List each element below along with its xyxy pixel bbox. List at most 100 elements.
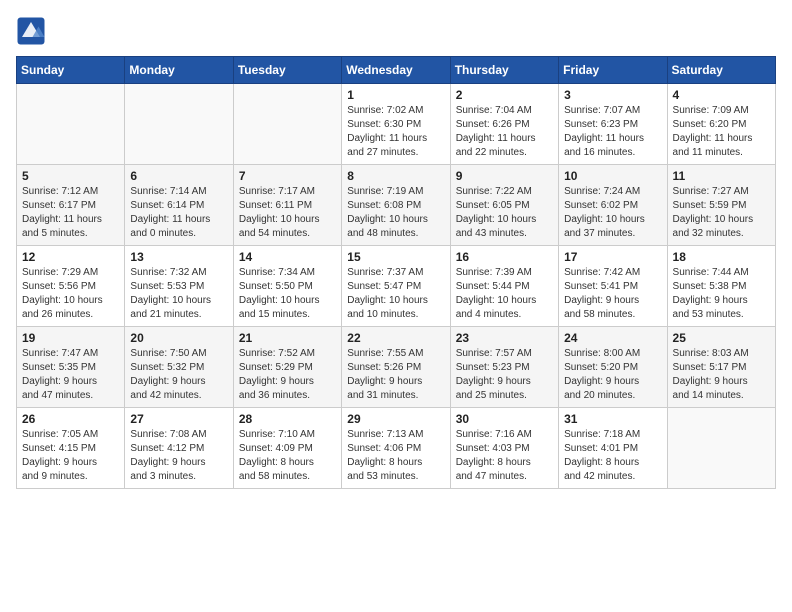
day-number: 21 — [239, 331, 336, 345]
calendar-cell: 2 Sunrise: 7:04 AM Sunset: 6:26 PM Daylig… — [450, 84, 558, 165]
calendar-cell: 28Sunrise: 7:10 AM Sunset: 4:09 PM Dayli… — [233, 408, 341, 489]
calendar-cell: 13Sunrise: 7:32 AM Sunset: 5:53 PM Dayli… — [125, 246, 233, 327]
calendar-cell: 20 Sunrise: 7:50 AM Sunset: 5:32 PM Dayli… — [125, 327, 233, 408]
day-number: 23 — [456, 331, 553, 345]
day-number: 8 — [347, 169, 444, 183]
day-number: 22 — [347, 331, 444, 345]
calendar-cell: 9 Sunrise: 7:22 AM Sunset: 6:05 PM Daylig… — [450, 165, 558, 246]
day-number: 1 — [347, 88, 444, 102]
calendar-cell: 23 Sunrise: 7:57 AM Sunset: 5:23 PM Dayli… — [450, 327, 558, 408]
day-number: 10 — [564, 169, 661, 183]
day-info: Sunrise: 7:04 AM Sunset: 6:26 PM Dayligh… — [456, 104, 553, 160]
calendar-cell: 10Sunrise: 7:24 AM Sunset: 6:02 PM Dayli… — [559, 165, 667, 246]
calendar-table: SundayMondayTuesdayWednesdayThursdayFrid… — [16, 56, 776, 489]
day-info: Sunrise: 7:27 AM Sunset: 5:59 PM Dayligh… — [673, 185, 770, 241]
calendar-cell: 3 Sunrise: 7:07 AM Sunset: 6:23 PM Daylig… — [559, 84, 667, 165]
day-number: 30 — [456, 412, 553, 426]
calendar-cell: 21 Sunrise: 7:52 AM Sunset: 5:29 PM Dayli… — [233, 327, 341, 408]
calendar-cell: 31 Sunrise: 7:18 AM Sunset: 4:01 PM Dayli… — [559, 408, 667, 489]
day-info: Sunrise: 7:39 AM Sunset: 5:44 PM Dayligh… — [456, 266, 553, 322]
calendar-week-row: 26 Sunrise: 7:05 AM Sunset: 4:15 PM Dayli… — [17, 408, 776, 489]
calendar-cell: 19 Sunrise: 7:47 AM Sunset: 5:35 PM Dayli… — [17, 327, 125, 408]
calendar-cell — [667, 408, 775, 489]
calendar-cell: 15 Sunrise: 7:37 AM Sunset: 5:47 PM Dayli… — [342, 246, 450, 327]
day-number: 26 — [22, 412, 119, 426]
calendar-week-row: 5Sunrise: 7:12 AM Sunset: 6:17 PM Daylig… — [17, 165, 776, 246]
day-info: Sunrise: 7:14 AM Sunset: 6:14 PM Dayligh… — [130, 185, 227, 241]
day-info: Sunrise: 7:17 AM Sunset: 6:11 PM Dayligh… — [239, 185, 336, 241]
day-info: Sunrise: 7:42 AM Sunset: 5:41 PM Dayligh… — [564, 266, 661, 322]
weekday-header: Monday — [125, 57, 233, 84]
day-number: 31 — [564, 412, 661, 426]
day-info: Sunrise: 7:47 AM Sunset: 5:35 PM Dayligh… — [22, 347, 119, 403]
day-info: Sunrise: 7:10 AM Sunset: 4:09 PM Dayligh… — [239, 428, 336, 484]
calendar-cell — [17, 84, 125, 165]
calendar-cell: 14 Sunrise: 7:34 AM Sunset: 5:50 PM Dayli… — [233, 246, 341, 327]
weekday-header: Sunday — [17, 57, 125, 84]
calendar-cell: 5Sunrise: 7:12 AM Sunset: 6:17 PM Daylig… — [17, 165, 125, 246]
day-number: 6 — [130, 169, 227, 183]
calendar-cell: 22Sunrise: 7:55 AM Sunset: 5:26 PM Dayli… — [342, 327, 450, 408]
day-number: 19 — [22, 331, 119, 345]
day-info: Sunrise: 7:09 AM Sunset: 6:20 PM Dayligh… — [673, 104, 770, 160]
logo-icon — [16, 16, 46, 46]
weekday-header: Friday — [559, 57, 667, 84]
calendar-cell — [233, 84, 341, 165]
day-number: 20 — [130, 331, 227, 345]
calendar-cell: 17 Sunrise: 7:42 AM Sunset: 5:41 PM Dayli… — [559, 246, 667, 327]
calendar-week-row: 19 Sunrise: 7:47 AM Sunset: 5:35 PM Dayli… — [17, 327, 776, 408]
calendar-week-row: 12 Sunrise: 7:29 AM Sunset: 5:56 PM Dayli… — [17, 246, 776, 327]
day-number: 24 — [564, 331, 661, 345]
logo — [16, 16, 50, 46]
day-number: 13 — [130, 250, 227, 264]
weekday-header: Wednesday — [342, 57, 450, 84]
day-info: Sunrise: 7:37 AM Sunset: 5:47 PM Dayligh… — [347, 266, 444, 322]
day-number: 14 — [239, 250, 336, 264]
day-info: Sunrise: 8:03 AM Sunset: 5:17 PM Dayligh… — [673, 347, 770, 403]
weekday-header: Thursday — [450, 57, 558, 84]
day-info: Sunrise: 7:22 AM Sunset: 6:05 PM Dayligh… — [456, 185, 553, 241]
day-info: Sunrise: 7:07 AM Sunset: 6:23 PM Dayligh… — [564, 104, 661, 160]
calendar-cell: 30 Sunrise: 7:16 AM Sunset: 4:03 PM Dayli… — [450, 408, 558, 489]
calendar-cell: 26 Sunrise: 7:05 AM Sunset: 4:15 PM Dayli… — [17, 408, 125, 489]
day-info: Sunrise: 7:29 AM Sunset: 5:56 PM Dayligh… — [22, 266, 119, 322]
day-info: Sunrise: 7:05 AM Sunset: 4:15 PM Dayligh… — [22, 428, 119, 484]
day-info: Sunrise: 7:50 AM Sunset: 5:32 PM Dayligh… — [130, 347, 227, 403]
day-info: Sunrise: 7:12 AM Sunset: 6:17 PM Dayligh… — [22, 185, 119, 241]
calendar-cell: 29 Sunrise: 7:13 AM Sunset: 4:06 PM Dayli… — [342, 408, 450, 489]
day-info: Sunrise: 7:19 AM Sunset: 6:08 PM Dayligh… — [347, 185, 444, 241]
day-number: 17 — [564, 250, 661, 264]
day-number: 29 — [347, 412, 444, 426]
day-number: 12 — [22, 250, 119, 264]
day-info: Sunrise: 7:44 AM Sunset: 5:38 PM Dayligh… — [673, 266, 770, 322]
calendar-cell: 12 Sunrise: 7:29 AM Sunset: 5:56 PM Dayli… — [17, 246, 125, 327]
calendar-cell: 18 Sunrise: 7:44 AM Sunset: 5:38 PM Dayli… — [667, 246, 775, 327]
calendar-cell — [125, 84, 233, 165]
calendar-cell: 25 Sunrise: 8:03 AM Sunset: 5:17 PM Dayli… — [667, 327, 775, 408]
day-info: Sunrise: 7:34 AM Sunset: 5:50 PM Dayligh… — [239, 266, 336, 322]
calendar-cell: 7 Sunrise: 7:17 AM Sunset: 6:11 PM Daylig… — [233, 165, 341, 246]
day-info: Sunrise: 7:52 AM Sunset: 5:29 PM Dayligh… — [239, 347, 336, 403]
day-number: 18 — [673, 250, 770, 264]
calendar-week-row: 1 Sunrise: 7:02 AM Sunset: 6:30 PM Daylig… — [17, 84, 776, 165]
day-info: Sunrise: 7:57 AM Sunset: 5:23 PM Dayligh… — [456, 347, 553, 403]
calendar-cell: 24 Sunrise: 8:00 AM Sunset: 5:20 PM Dayli… — [559, 327, 667, 408]
day-info: Sunrise: 7:18 AM Sunset: 4:01 PM Dayligh… — [564, 428, 661, 484]
day-info: Sunrise: 7:13 AM Sunset: 4:06 PM Dayligh… — [347, 428, 444, 484]
day-info: Sunrise: 8:00 AM Sunset: 5:20 PM Dayligh… — [564, 347, 661, 403]
page-header — [16, 16, 776, 46]
day-info: Sunrise: 7:08 AM Sunset: 4:12 PM Dayligh… — [130, 428, 227, 484]
day-number: 25 — [673, 331, 770, 345]
day-number: 16 — [456, 250, 553, 264]
day-info: Sunrise: 7:16 AM Sunset: 4:03 PM Dayligh… — [456, 428, 553, 484]
day-info: Sunrise: 7:02 AM Sunset: 6:30 PM Dayligh… — [347, 104, 444, 160]
day-number: 15 — [347, 250, 444, 264]
day-number: 9 — [456, 169, 553, 183]
day-number: 7 — [239, 169, 336, 183]
calendar-cell: 27Sunrise: 7:08 AM Sunset: 4:12 PM Dayli… — [125, 408, 233, 489]
calendar-cell: 6 Sunrise: 7:14 AM Sunset: 6:14 PM Daylig… — [125, 165, 233, 246]
day-number: 3 — [564, 88, 661, 102]
calendar-cell: 16 Sunrise: 7:39 AM Sunset: 5:44 PM Dayli… — [450, 246, 558, 327]
weekday-header-row: SundayMondayTuesdayWednesdayThursdayFrid… — [17, 57, 776, 84]
day-number: 2 — [456, 88, 553, 102]
